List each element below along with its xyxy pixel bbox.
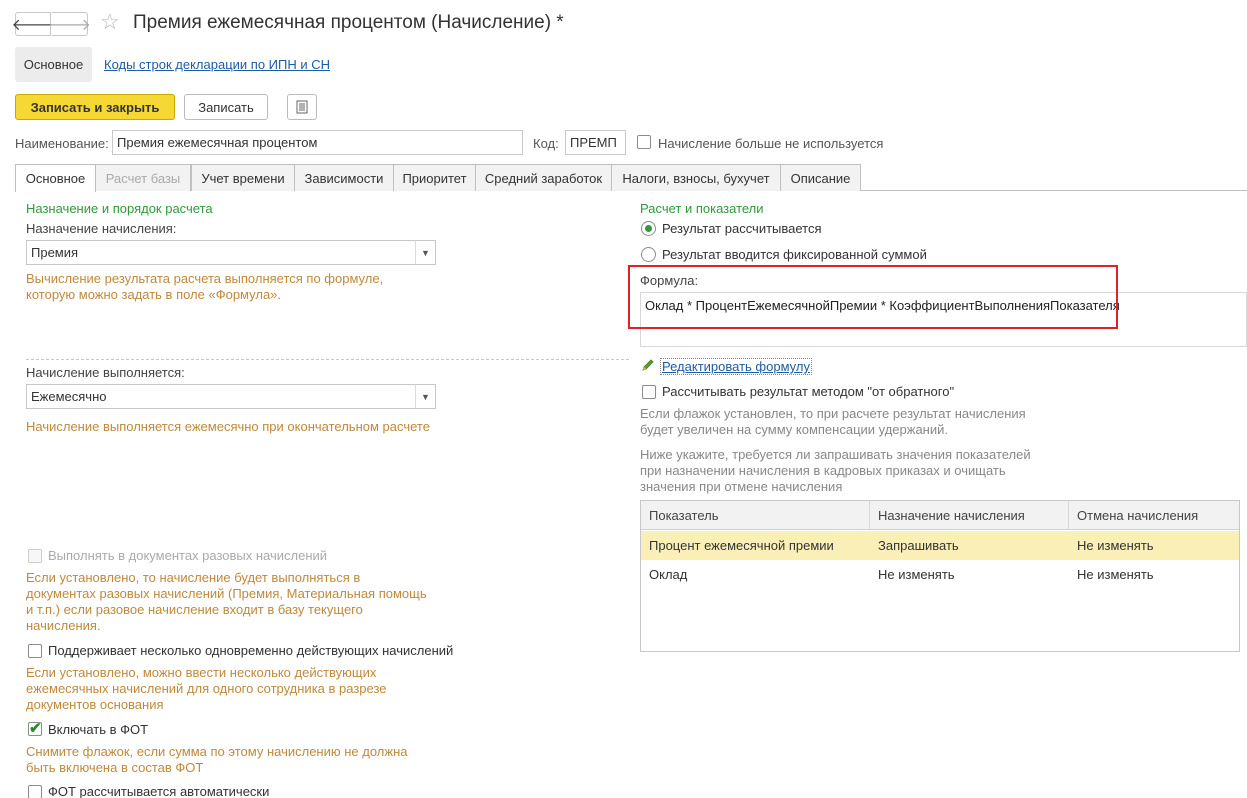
exec-hint: Начисление выполняется ежемесячно при ок… bbox=[26, 419, 430, 434]
save-and-close-button[interactable]: Записать и закрыть bbox=[15, 94, 175, 120]
radio-result-calculated-label: Результат рассчитывается bbox=[662, 221, 822, 236]
indicators-table[interactable]: Показатель Назначение начисления Отмена … bbox=[640, 500, 1240, 652]
purpose-select[interactable]: Премия ▼ bbox=[26, 240, 436, 265]
table-cell: Не изменять bbox=[1077, 567, 1154, 582]
dropdown-arrow-icon[interactable]: ▼ bbox=[415, 385, 435, 408]
name-label: Наименование: bbox=[15, 136, 109, 151]
column-header[interactable]: Отмена начисления bbox=[1069, 501, 1239, 530]
radio-result-calculated[interactable] bbox=[641, 221, 656, 236]
purpose-hint-line-1: Вычисление результата расчета выполняетс… bbox=[26, 271, 384, 286]
fot-auto-label: ФОТ рассчитывается автоматически bbox=[48, 784, 270, 798]
section-divider bbox=[26, 359, 629, 360]
oneoff-label: Выполнять в документах разовых начислени… bbox=[48, 548, 328, 563]
tab-time-accounting[interactable]: Учет времени bbox=[191, 164, 295, 191]
tab-main[interactable]: Основное bbox=[15, 164, 96, 192]
indicators-hint-line: значения при отмене начисления bbox=[640, 479, 843, 494]
table-cell: Не изменять bbox=[878, 567, 955, 582]
table-row[interactable]: Оклад Не изменять Не изменять bbox=[641, 560, 1239, 589]
table-row[interactable]: Процент ежемесячной премии Запрашивать Н… bbox=[641, 531, 1239, 560]
reverse-hint-line: будет увеличен на сумму компенсации удер… bbox=[640, 422, 949, 437]
multi-hint-line: документов основания bbox=[26, 697, 164, 712]
indicators-hint: Ниже укажите, требуется ли запрашивать з… bbox=[640, 447, 1031, 495]
left-section-title: Назначение и порядок расчета bbox=[26, 201, 213, 216]
table-cell: Не изменять bbox=[1077, 538, 1154, 553]
back-button[interactable]: 🡐 bbox=[12, 12, 54, 36]
right-section-title: Расчет и показатели bbox=[640, 201, 764, 216]
reverse-checkbox[interactable] bbox=[642, 385, 656, 399]
purpose-hint-line-2: которую можно задать в поле «Формула». bbox=[26, 287, 282, 302]
tab-average-earnings[interactable]: Средний заработок bbox=[475, 164, 612, 191]
print-button[interactable] bbox=[287, 94, 317, 120]
unused-checkbox[interactable] bbox=[637, 135, 651, 149]
document-list-icon bbox=[296, 100, 308, 114]
fot-checkbox[interactable] bbox=[28, 719, 42, 737]
purpose-label: Назначение начисления: bbox=[26, 221, 177, 236]
oneoff-hint-line: Если установлено, то начисление будет вы… bbox=[26, 570, 361, 585]
fot-hint: Снимите флажок, если сумма по этому начи… bbox=[26, 744, 407, 776]
unused-label: Начисление больше не используется bbox=[658, 136, 884, 151]
oneoff-hint: Если установлено, то начисление будет вы… bbox=[26, 570, 427, 634]
table-cell: Запрашивать bbox=[878, 538, 959, 553]
exec-select[interactable]: Ежемесячно ▼ bbox=[26, 384, 436, 409]
indicators-hint-line: при назначении начисления в кадровых при… bbox=[640, 463, 1006, 478]
arrow-right-icon: 🡒 bbox=[48, 16, 91, 34]
column-header[interactable]: Назначение начисления bbox=[870, 501, 1069, 530]
table-cell: Оклад bbox=[649, 567, 688, 582]
tab-taxes[interactable]: Налоги, взносы, бухучет bbox=[611, 164, 781, 191]
save-button[interactable]: Записать bbox=[184, 94, 268, 120]
tab-description[interactable]: Описание bbox=[780, 164, 861, 191]
code-input[interactable]: ПРЕМП bbox=[565, 130, 626, 155]
indicators-hint-line: Ниже укажите, требуется ли запрашивать з… bbox=[640, 447, 1031, 462]
pencil-icon bbox=[641, 358, 655, 375]
reverse-label: Рассчитывать результат методом "от обрат… bbox=[662, 384, 955, 399]
tab-priority[interactable]: Приоритет bbox=[393, 164, 476, 191]
table-cell: Процент ежемесячной премии bbox=[649, 538, 834, 553]
tab-base-calc[interactable]: Расчет базы bbox=[95, 164, 191, 191]
nav-tab-main[interactable]: Основное bbox=[15, 47, 92, 82]
fot-auto-checkbox[interactable] bbox=[28, 785, 42, 798]
code-label: Код: bbox=[533, 136, 559, 151]
multi-checkbox[interactable] bbox=[28, 644, 42, 658]
column-header[interactable]: Показатель bbox=[641, 501, 870, 530]
multi-hint-line: ежемесячных начислений для одного сотруд… bbox=[26, 681, 387, 696]
oneoff-hint-line: и т.п.) если разовое начисление входит в… bbox=[26, 602, 363, 617]
multi-hint-line: Если установлено, можно ввести несколько… bbox=[26, 665, 377, 680]
radio-result-fixed-label: Результат вводится фиксированной суммой bbox=[662, 247, 927, 262]
edit-formula-link[interactable]: Редактировать формулу bbox=[660, 358, 812, 375]
dropdown-arrow-icon[interactable]: ▼ bbox=[415, 241, 435, 264]
purpose-value: Премия bbox=[31, 245, 79, 260]
oneoff-checkbox[interactable] bbox=[28, 549, 42, 563]
fot-hint-line: быть включена в состав ФОТ bbox=[26, 760, 204, 775]
exec-label: Начисление выполняется: bbox=[26, 365, 185, 380]
table-header: Показатель Назначение начисления Отмена … bbox=[641, 501, 1239, 530]
radio-result-fixed[interactable] bbox=[641, 247, 656, 262]
oneoff-hint-line: начисления. bbox=[26, 618, 101, 633]
tab-dependencies[interactable]: Зависимости bbox=[294, 164, 394, 191]
favorite-star-icon[interactable]: ☆ bbox=[100, 9, 120, 35]
nav-link-declaration-codes[interactable]: Коды строк декларации по ИПН и СН bbox=[104, 57, 330, 72]
name-input[interactable]: Премия ежемесячная процентом bbox=[112, 130, 523, 155]
page-title: Премия ежемесячная процентом (Начисление… bbox=[133, 12, 564, 33]
multi-label: Поддерживает несколько одновременно дейс… bbox=[48, 643, 454, 658]
fot-hint-line: Снимите флажок, если сумма по этому начи… bbox=[26, 744, 408, 759]
reverse-hint: Если флажок установлен, то при расчете р… bbox=[640, 406, 1026, 438]
fot-label: Включать в ФОТ bbox=[48, 722, 149, 737]
highlight-frame bbox=[628, 265, 1118, 329]
reverse-hint-line: Если флажок установлен, то при расчете р… bbox=[640, 406, 1026, 421]
multi-hint: Если установлено, можно ввести несколько… bbox=[26, 665, 387, 713]
exec-value: Ежемесячно bbox=[31, 389, 107, 404]
forward-button[interactable]: 🡒 bbox=[48, 12, 91, 36]
oneoff-hint-line: документах разовых начислений (Премия, М… bbox=[26, 586, 427, 601]
